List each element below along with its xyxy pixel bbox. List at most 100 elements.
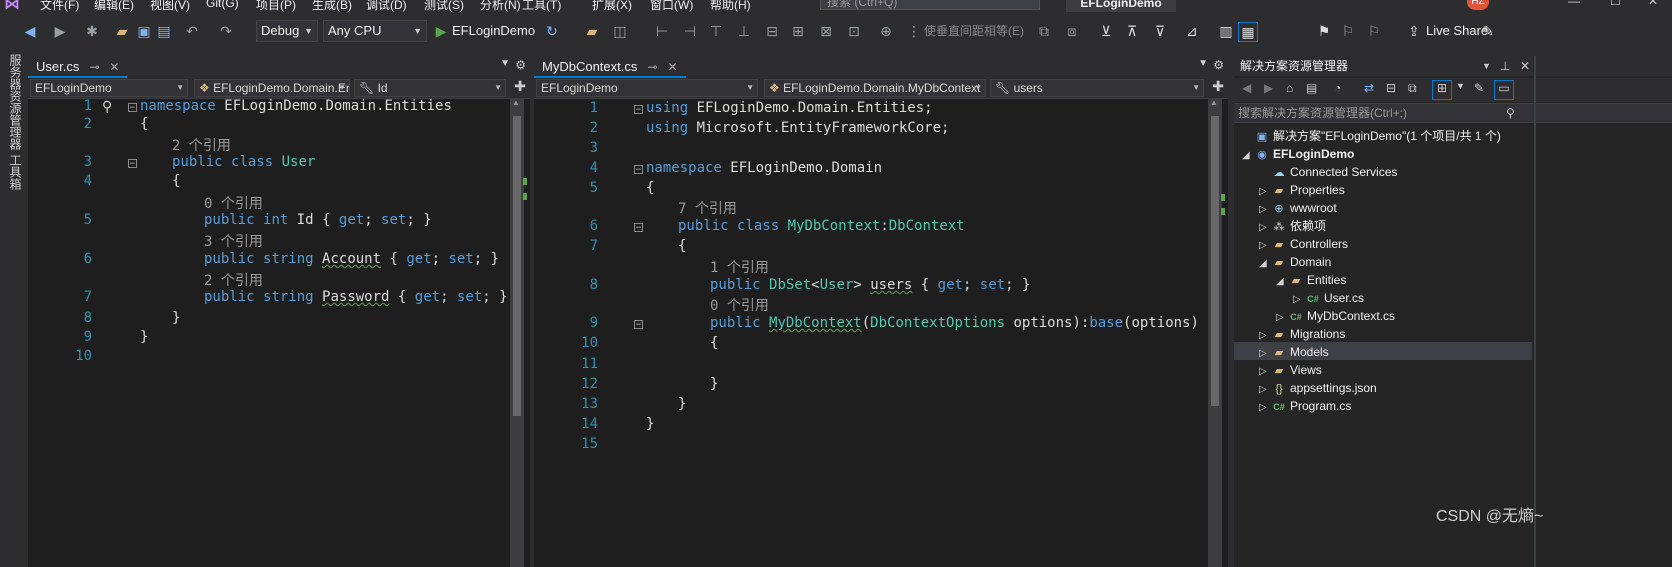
show-all-files-icon[interactable]: ⧉ xyxy=(1408,81,1417,96)
tree-item[interactable]: ▷ ▰ Migrations xyxy=(1259,325,1345,343)
tree-item[interactable]: ▷ ▰ Models xyxy=(1259,343,1329,361)
project-select[interactable]: EFLoginDemo ▼ xyxy=(30,79,188,97)
platform-select[interactable]: Any CPU ▼ xyxy=(323,20,427,42)
tree-item[interactable]: ◢ ◉ EFLoginDemo xyxy=(1242,145,1354,163)
codelens-reference-count[interactable]: 0 个引用 xyxy=(204,193,263,212)
server-explorer-tab[interactable]: 服务器资源管理器 xyxy=(7,54,24,150)
menu-item[interactable]: 窗口(W) xyxy=(650,0,693,12)
collapse-region-icon[interactable]: − xyxy=(634,320,643,330)
tree-item[interactable]: ▷ ▰ Views xyxy=(1259,361,1322,379)
collapse-all-icon[interactable]: ⊟ xyxy=(1386,81,1396,95)
home-icon[interactable]: ⌂ xyxy=(1286,81,1293,95)
forward-icon[interactable]: ▶ xyxy=(52,22,68,40)
run-target-button[interactable]: EFLoginDemo xyxy=(452,22,535,40)
scroll-up-icon[interactable]: ▲ xyxy=(512,98,520,107)
maximize-icon[interactable]: ☐ xyxy=(1610,0,1621,8)
codelens-reference-count[interactable]: 2 个引用 xyxy=(172,135,231,154)
close-tab-icon[interactable]: ✕ xyxy=(109,60,119,74)
tree-item[interactable]: ☁ Connected Services xyxy=(1259,163,1398,181)
settings-gear-icon[interactable]: ⚙ xyxy=(1213,58,1224,72)
center-horizontal-icon[interactable]: ⊼ xyxy=(1124,22,1140,40)
save-all-icon[interactable]: ▤ xyxy=(156,22,172,40)
collapse-arrow-icon[interactable]: ◢ xyxy=(1242,147,1254,165)
back-icon[interactable]: ◀ xyxy=(1242,81,1251,95)
configuration-select[interactable]: Debug ▼ xyxy=(256,20,318,42)
tab-user-cs[interactable]: User.cs ⊸ ✕ xyxy=(28,56,128,78)
vertical-spacing-icon[interactable]: ⋮ xyxy=(906,22,922,40)
scroll-up-icon[interactable]: ▲ xyxy=(1210,98,1218,107)
collapse-region-icon[interactable]: − xyxy=(128,103,137,113)
align-top-icon[interactable]: ⊥ xyxy=(736,22,752,40)
make-vertical-spacing-equal-button[interactable]: 使垂直间距相等(E) xyxy=(924,22,1024,40)
tab-order-icon[interactable]: ⊻ xyxy=(1098,22,1114,40)
chevron-down-icon[interactable]: ▼ xyxy=(1482,56,1491,76)
open-folder-icon[interactable]: ▰ xyxy=(114,22,130,40)
close-tab-icon[interactable]: ✕ xyxy=(667,60,677,74)
class-select[interactable]: ❖ EFLoginDemo.Domain.MyDbContext ▼ xyxy=(764,79,986,97)
tree-item[interactable]: ▷ ▰ Controllers xyxy=(1259,235,1348,253)
scrollbar-thumb[interactable] xyxy=(513,116,521,416)
tree-item[interactable]: ▷ ▰ Properties xyxy=(1259,181,1345,199)
menu-item[interactable]: 测试(S) xyxy=(424,0,464,12)
menu-item[interactable]: 调试(D) xyxy=(366,0,407,12)
align-left-icon[interactable]: ⊢ xyxy=(654,22,670,40)
bring-to-front-icon[interactable]: ⧈ xyxy=(1064,22,1080,40)
quick-actions-icon[interactable]: ⚲ xyxy=(102,98,112,115)
preview-selected-icon[interactable]: ▭ xyxy=(1494,80,1514,100)
comment-icon[interactable]: ▥ xyxy=(1218,22,1234,40)
toolbox-tab[interactable]: 工具箱 xyxy=(7,154,24,190)
collapse-region-icon[interactable]: − xyxy=(128,159,137,169)
track-active-item-icon[interactable]: ⊞ xyxy=(1432,80,1452,100)
back-icon[interactable]: ◀ xyxy=(22,22,38,40)
live-share-button[interactable]: Live Share xyxy=(1426,22,1488,40)
make-same-height-icon[interactable]: ⊡ xyxy=(846,22,862,40)
pin-icon[interactable]: ⊸ xyxy=(647,60,657,74)
menu-item[interactable]: 文件(F) xyxy=(40,0,79,12)
codelens-reference-count[interactable]: 0 个引用 xyxy=(710,295,769,314)
menu-item[interactable]: Git(G) xyxy=(206,0,239,10)
close-icon[interactable]: ✕ xyxy=(1520,56,1530,76)
refresh-icon[interactable]: ↻ xyxy=(544,22,560,40)
tree-item[interactable]: ▷{} appsettings.json xyxy=(1259,379,1377,397)
collapse-region-icon[interactable]: − xyxy=(634,165,643,175)
save-icon[interactable]: ▣ xyxy=(136,22,152,40)
search-input[interactable]: 搜索 (Ctrl+Q) xyxy=(820,0,1040,10)
minimize-icon[interactable]: — xyxy=(1568,0,1580,8)
browser-link-icon[interactable]: ◫ xyxy=(612,22,628,40)
tab-dropdown-icon[interactable]: ▼ xyxy=(1198,58,1208,69)
sync-icon[interactable]: ⇄ xyxy=(1364,81,1374,95)
tree-item[interactable]: ▷ ⊕ wwwroot xyxy=(1259,199,1337,217)
tree-item[interactable]: ▷ C# User.cs xyxy=(1293,289,1364,307)
menu-item[interactable]: 分析(N) xyxy=(480,0,521,12)
menu-item[interactable]: 生成(B) xyxy=(312,0,352,12)
align-middle-icon[interactable]: ⊟ xyxy=(764,22,780,40)
left-vertical-scrollbar[interactable]: ▲ xyxy=(510,98,524,567)
menu-item[interactable]: 工具(T) xyxy=(522,0,561,12)
feedback-icon[interactable]: ✎ xyxy=(1480,22,1496,40)
solution-explorer-search-input[interactable]: 搜索解决方案资源管理器(Ctrl+;) ⚲ xyxy=(1234,103,1672,123)
new-project-icon[interactable]: ✱ xyxy=(84,22,100,40)
expand-arrow-icon[interactable]: ▷ xyxy=(1259,399,1271,417)
left-code-editor[interactable]: 1 namespace EFLoginDemo.Domain.Entities 2 {… xyxy=(28,98,530,567)
bookmark-icon[interactable]: ⚑ xyxy=(1316,22,1332,40)
collapse-arrow-icon[interactable]: ◢ xyxy=(1276,273,1288,291)
scrollbar-thumb[interactable] xyxy=(1211,116,1219,406)
codelens-reference-count[interactable]: 2 个引用 xyxy=(204,270,263,289)
tree-item[interactable]: ◢ ▰ Entities xyxy=(1276,271,1346,289)
right-code-editor[interactable]: 1 using EFLoginDemo.Domain.Entities; 2 usin… xyxy=(534,98,1228,567)
collapse-region-icon[interactable]: − xyxy=(634,223,643,233)
menu-item[interactable]: 帮助(H) xyxy=(710,0,751,12)
folder-icon[interactable]: ▰ xyxy=(584,22,600,40)
tab-mydbcontext-cs[interactable]: MyDbContext.cs ⊸ ✕ xyxy=(534,56,686,78)
search-icon[interactable]: ⚲ xyxy=(1506,104,1515,122)
member-select[interactable]: 🔧︎ Id ▼ xyxy=(354,79,506,97)
pin-icon[interactable]: ⊸ xyxy=(89,60,99,74)
pending-changes-filter-icon[interactable]: ◔ xyxy=(1334,81,1341,95)
class-select[interactable]: ❖ EFLoginDemo.Domain.Entities.User▼ xyxy=(194,79,350,97)
chevron-down-icon[interactable]: ▼ xyxy=(1456,81,1465,91)
start-debug-icon[interactable]: ▶ xyxy=(434,22,448,40)
order-icon[interactable]: ⧉ xyxy=(1036,22,1052,40)
align-center-icon[interactable]: ⊣ xyxy=(682,22,698,40)
make-same-size-icon[interactable]: ⊕ xyxy=(878,22,894,40)
tab-dropdown-icon[interactable]: ▼ xyxy=(500,58,510,69)
